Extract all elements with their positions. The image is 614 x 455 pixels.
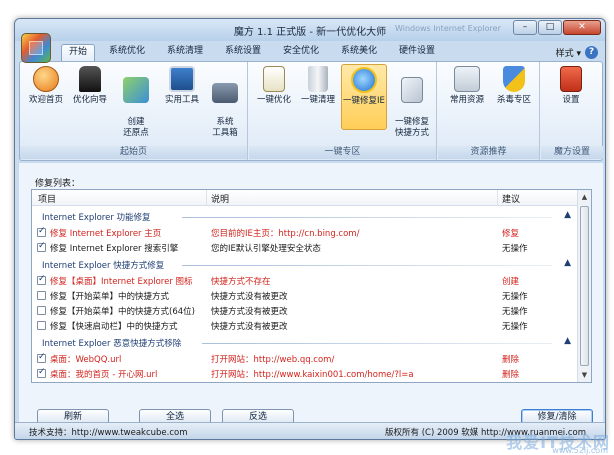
repair-list[interactable]: 项目 说明 建议 Internet Explorer 功能修复 ▲ 修复 Int… <box>31 189 592 383</box>
table-row[interactable]: 修复【桌面】Internet Explorer 图标 快捷方式不存在 创建 <box>32 274 577 288</box>
site-watermark-url: www.52ij.com <box>552 446 608 455</box>
background-window-title: Windows Internet Explorer <box>395 24 501 33</box>
app-window: 魔方 1.1 正式版 - 新一代优化大师 Windows Internet Ex… <box>14 18 606 440</box>
scroll-up-arrow-icon[interactable]: ▲ <box>578 190 591 204</box>
column-header-item[interactable]: 项目 <box>38 192 56 205</box>
row-checkbox[interactable] <box>37 321 46 330</box>
table-row[interactable]: 桌面：WebQQ.url 打开网站：http://web.qq.com/ 删除 <box>32 352 577 366</box>
table-row[interactable]: 修复 Internet Explorer 主页 您目前的IE主页：http://… <box>32 226 577 240</box>
antivirus-zone-button[interactable]: 杀毒专区 <box>492 66 536 106</box>
restore-point-icon <box>123 77 149 103</box>
ribbon-group-start-page: 欢迎首页 优化向导 创建 还原点 实用工具 系统 工具箱 起始页 <box>20 62 248 160</box>
trash-can-icon <box>308 66 328 92</box>
optimize-wizard-button[interactable]: 优化向导 <box>68 66 112 106</box>
row-checkbox[interactable] <box>37 226 46 237</box>
scroll-down-arrow-icon[interactable]: ▼ <box>578 368 591 382</box>
repair-panel: 修复列表： 项目 说明 建议 Internet Explorer 功能修复 ▲ … <box>19 163 603 426</box>
collapse-icon[interactable]: ▲ <box>564 210 571 220</box>
one-click-repair-ie-button[interactable]: 一键修复IE <box>341 64 387 130</box>
scroll-thumb[interactable] <box>580 206 589 366</box>
common-resources-button[interactable]: 常用资源 <box>444 66 490 106</box>
tab-hardware-settings[interactable]: 硬件设置 <box>391 44 443 61</box>
group-label-one-click: 一键专区 <box>249 146 436 159</box>
resources-monitor-icon <box>454 66 480 92</box>
column-header-description[interactable]: 说明 <box>211 192 229 205</box>
tab-system-optimize[interactable]: 系统优化 <box>101 44 153 61</box>
table-row[interactable]: 修复【开始菜单】中的快捷方式 快捷方式没有被更改 无操作 <box>32 289 577 303</box>
create-restore-point-button[interactable]: 创建 还原点 <box>116 66 156 139</box>
list-header: 项目 说明 建议 <box>32 190 577 206</box>
table-row[interactable]: 修复【快速启动栏】中的快捷方式 快捷方式没有被更改 无操作 <box>32 319 577 333</box>
group-row-ie-function[interactable]: Internet Explorer 功能修复 ▲ <box>32 210 577 224</box>
list-scrollbar[interactable]: ▲ ▼ <box>577 190 591 382</box>
tab-start[interactable]: 开始 <box>61 44 95 61</box>
group-label-start-page: 起始页 <box>20 146 247 159</box>
tab-system-clean[interactable]: 系统清理 <box>159 44 211 61</box>
collapse-icon[interactable]: ▲ <box>564 258 571 268</box>
settings-tools-icon <box>560 66 582 92</box>
shield-icon <box>503 66 525 92</box>
wizard-hat-icon <box>79 66 101 92</box>
app-logo-icon[interactable] <box>21 33 51 63</box>
help-icon[interactable]: ? <box>585 46 598 59</box>
close-button[interactable]: ✕ <box>563 20 601 35</box>
ribbon-group-one-click: 一键优化 一键清理 一键修复IE 一键修复 快捷方式 一键专区 <box>249 62 437 160</box>
table-row[interactable]: 修复【开始菜单】中的快捷方式(64位) 快捷方式没有被更改 无操作 <box>32 304 577 318</box>
row-checkbox[interactable] <box>37 274 46 285</box>
toolbox-icon <box>212 83 238 103</box>
group-row-ie-shortcut[interactable]: Internet Exploer 快捷方式修复 ▲ <box>32 258 577 272</box>
row-checkbox[interactable] <box>37 291 46 300</box>
system-toolbox-button[interactable]: 系统 工具箱 <box>206 66 244 139</box>
ribbon-group-settings: 设置 魔方设置 <box>541 62 603 160</box>
repair-list-title: 修复列表： <box>35 179 81 189</box>
style-menu[interactable]: 样式 ▾ <box>556 46 581 59</box>
shortcut-arrow-icon <box>401 77 423 103</box>
tab-system-beautify[interactable]: 系统美化 <box>333 44 385 61</box>
ribbon-group-resources: 常用资源 杀毒专区 资源推荐 <box>438 62 540 160</box>
welcome-home-button[interactable]: 欢迎首页 <box>26 66 66 106</box>
group-label-settings: 魔方设置 <box>541 146 603 159</box>
ribbon: 欢迎首页 优化向导 创建 还原点 实用工具 系统 工具箱 起始页 一键优化 一键… <box>19 61 603 161</box>
table-row[interactable]: 修复 Internet Explorer 搜索引擎 您的IE默认引擎处理安全状态… <box>32 241 577 255</box>
utilities-button[interactable]: 实用工具 <box>160 66 204 106</box>
monitor-tools-icon <box>169 66 195 92</box>
table-row[interactable]: 桌面：我的首页 - 开心网.url 打开网站：http://www.kaixin… <box>32 367 577 381</box>
support-link[interactable]: 技术支持：http://www.tweakcube.com <box>29 426 188 438</box>
clock-icon <box>33 66 59 92</box>
collapse-icon[interactable]: ▲ <box>564 336 571 346</box>
one-click-clean-button[interactable]: 一键清理 <box>297 66 339 106</box>
tab-system-settings[interactable]: 系统设置 <box>217 44 269 61</box>
settings-button[interactable]: 设置 <box>551 66 591 106</box>
maximize-button[interactable]: □ <box>538 20 562 35</box>
tab-security-optimize[interactable]: 安全优化 <box>275 44 327 61</box>
row-checkbox[interactable] <box>37 352 46 363</box>
group-label-resources: 资源推荐 <box>438 146 539 159</box>
row-checkbox[interactable] <box>37 367 46 378</box>
title-bar[interactable]: 魔方 1.1 正式版 - 新一代优化大师 Windows Internet Ex… <box>15 19 605 41</box>
minimize-button[interactable]: – <box>513 20 537 35</box>
tab-bar: 开始 系统优化 系统清理 系统设置 安全优化 系统美化 硬件设置 样式 ▾ ? <box>15 41 605 61</box>
one-click-repair-shortcut-button[interactable]: 一键修复 快捷方式 <box>389 66 435 139</box>
column-header-advice[interactable]: 建议 <box>502 192 520 205</box>
checklist-icon <box>263 66 285 92</box>
row-checkbox[interactable] <box>37 241 46 252</box>
row-checkbox[interactable] <box>37 306 46 315</box>
ie-logo-icon <box>351 67 377 93</box>
one-click-optimize-button[interactable]: 一键优化 <box>253 66 295 106</box>
group-row-ie-malicious-shortcut[interactable]: Internet Exploer 恶意快捷方式移除 ▲ <box>32 336 577 350</box>
